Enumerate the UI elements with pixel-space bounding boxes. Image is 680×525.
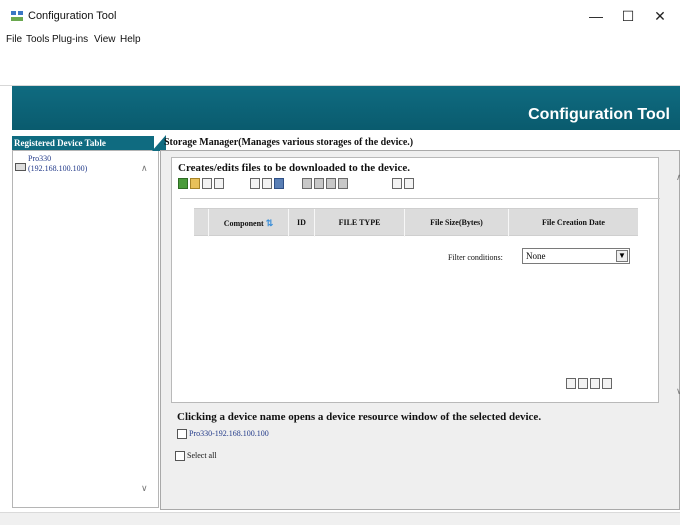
import-icon[interactable]: [250, 178, 260, 189]
device-tree-item-name[interactable]: Pro330: [28, 154, 51, 163]
open-folder-icon[interactable]: [190, 178, 200, 189]
banner-title: Configuration Tool: [528, 106, 670, 123]
grid-icon[interactable]: [274, 178, 284, 189]
menu-plugins[interactable]: Plug-ins: [52, 34, 88, 45]
device-checkbox[interactable]: [177, 429, 187, 439]
select-all-checkbox[interactable]: [175, 451, 185, 461]
sort-icon[interactable]: ⇅: [266, 218, 274, 228]
window-title: Configuration Tool: [28, 10, 117, 22]
maximize-button[interactable]: ☐: [613, 6, 643, 26]
column-label: Component: [223, 219, 264, 228]
export-icon[interactable]: [262, 178, 272, 189]
download-icon[interactable]: [302, 178, 312, 189]
column-file-size[interactable]: File Size(Bytes): [404, 209, 508, 237]
device-section-title: Clicking a device name opens a device re…: [177, 411, 542, 423]
paste-icon[interactable]: [214, 178, 224, 189]
scroll-up-icon[interactable]: ∧: [676, 172, 680, 183]
device-icon: [15, 163, 26, 171]
close-button[interactable]: ✕: [645, 6, 675, 26]
device-tree-item-ip[interactable]: (192.168.100.100): [28, 164, 87, 173]
menu-help[interactable]: Help: [120, 34, 141, 45]
select-all-label: Select all: [187, 451, 217, 460]
column-file-creation-date[interactable]: File Creation Date: [508, 209, 638, 237]
device-resource-section: Clicking a device name opens a device re…: [171, 407, 659, 505]
file-editor-section: Creates/edits files to be downloaded to …: [171, 157, 680, 403]
settings-icon[interactable]: [404, 178, 414, 189]
storage-manager-tab[interactable]: Storage Manager(Manages various storages…: [152, 135, 680, 151]
file-table-header: Component ⇅ ID FILE TYPE File Size(Bytes…: [194, 208, 638, 237]
status-bar: [0, 512, 680, 525]
toolbar-area: [0, 50, 680, 86]
filter-label: Filter conditions:: [448, 253, 503, 262]
column-id[interactable]: ID: [288, 209, 314, 237]
app-icon: [11, 11, 23, 21]
paste-view-icon[interactable]: [602, 378, 612, 389]
scroll-down-icon[interactable]: ∨: [676, 386, 680, 397]
menu-tools[interactable]: Tools: [26, 34, 49, 45]
minimize-button[interactable]: —: [581, 6, 611, 26]
menu-file[interactable]: File: [6, 34, 22, 45]
grid-view-icon[interactable]: [578, 378, 588, 389]
compare-icon[interactable]: [314, 178, 324, 189]
section-title: Creates/edits files to be downloaded to …: [178, 162, 410, 174]
new-file-icon[interactable]: [178, 178, 188, 189]
menu-view[interactable]: View: [94, 34, 116, 45]
print-icon[interactable]: [338, 178, 348, 189]
storage-manager-panel: Creates/edits files to be downloaded to …: [160, 150, 680, 510]
copy-icon[interactable]: [202, 178, 212, 189]
registered-device-table: Pro330 (192.168.100.100) ∧ ∨: [12, 150, 159, 508]
view-icon[interactable]: [566, 378, 576, 389]
scroll-down-icon[interactable]: ∨: [141, 483, 148, 494]
tab-label[interactable]: Storage Manager(Manages various storages…: [164, 137, 413, 148]
banner: Configuration Tool: [12, 86, 680, 130]
menu-bar: File Tools Plug-ins View Help: [0, 32, 680, 50]
divider: [180, 198, 660, 199]
filter-value: None: [526, 251, 546, 261]
device-link[interactable]: Pro330-192.168.100.100: [189, 429, 269, 438]
window-titlebar: Configuration Tool — ☐ ✕: [0, 0, 680, 30]
column-file-type[interactable]: FILE TYPE: [314, 209, 404, 237]
search-icon[interactable]: [392, 178, 402, 189]
copy-view-icon[interactable]: [590, 378, 600, 389]
chevron-down-icon[interactable]: ▼: [616, 250, 628, 262]
column-component[interactable]: Component ⇅: [208, 209, 288, 237]
registered-device-table-header: Registered Device Table: [12, 136, 154, 150]
filter-select[interactable]: None ▼: [522, 248, 630, 264]
upload-icon[interactable]: [326, 178, 336, 189]
scroll-up-icon[interactable]: ∧: [141, 163, 148, 174]
